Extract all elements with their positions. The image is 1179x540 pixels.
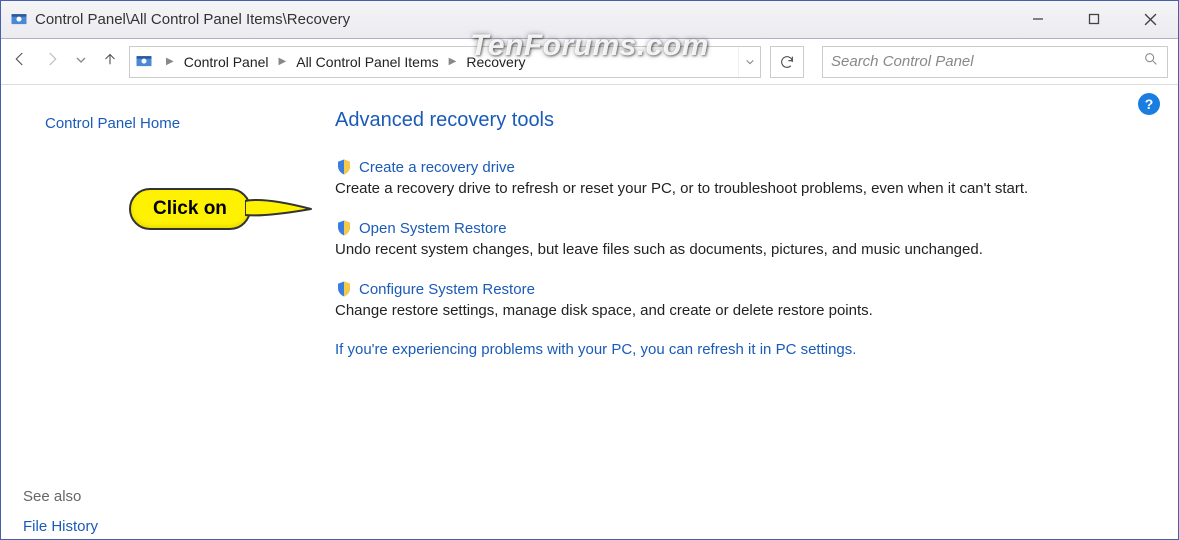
window-title: Control Panel\All Control Panel Items\Re… bbox=[35, 11, 350, 28]
control-panel-home-link[interactable]: Control Panel Home bbox=[45, 115, 301, 132]
shield-icon bbox=[335, 219, 353, 237]
tool-description: Change restore settings, manage disk spa… bbox=[335, 300, 1132, 321]
tool-item: Configure System Restore Change restore … bbox=[335, 280, 1132, 321]
callout-text: Click on bbox=[129, 188, 251, 230]
up-button[interactable] bbox=[101, 50, 119, 73]
minimize-button[interactable] bbox=[1010, 1, 1066, 37]
search-box[interactable] bbox=[822, 46, 1168, 78]
address-dropdown[interactable] bbox=[738, 47, 760, 77]
breadcrumb-item[interactable]: All Control Panel Items bbox=[296, 54, 438, 70]
recent-dropdown[interactable] bbox=[75, 53, 87, 71]
shield-icon bbox=[335, 158, 353, 176]
file-history-link[interactable]: File History bbox=[23, 518, 98, 535]
search-icon[interactable] bbox=[1143, 51, 1159, 72]
chevron-right-icon[interactable]: ▶ bbox=[443, 56, 463, 67]
callout-arrow-icon bbox=[245, 187, 315, 231]
page-heading: Advanced recovery tools bbox=[335, 109, 1132, 132]
tool-description: Create a recovery drive to refresh or re… bbox=[335, 178, 1132, 199]
search-input[interactable] bbox=[831, 53, 1143, 70]
sidebar: Control Panel Home See also File History bbox=[1, 85, 301, 539]
address-bar[interactable]: ▶ Control Panel ▶ All Control Panel Item… bbox=[129, 46, 761, 78]
back-button[interactable] bbox=[11, 50, 29, 73]
recovery-small-icon bbox=[134, 52, 154, 72]
breadcrumb-item[interactable]: Control Panel bbox=[184, 54, 269, 70]
annotation-callout: Click on bbox=[129, 187, 315, 231]
configure-system-restore-link[interactable]: Configure System Restore bbox=[359, 281, 535, 298]
close-button[interactable] bbox=[1122, 1, 1178, 37]
titlebar: Control Panel\All Control Panel Items\Re… bbox=[1, 1, 1178, 39]
refresh-button[interactable] bbox=[770, 46, 804, 78]
refresh-pc-link[interactable]: If you're experiencing problems with you… bbox=[335, 341, 1132, 358]
see-also-label: See also bbox=[23, 488, 81, 505]
maximize-button[interactable] bbox=[1066, 1, 1122, 37]
tool-item: Open System Restore Undo recent system c… bbox=[335, 219, 1132, 260]
chevron-right-icon[interactable]: ▶ bbox=[273, 56, 293, 67]
tool-item: Create a recovery drive Create a recover… bbox=[335, 158, 1132, 199]
shield-icon bbox=[335, 280, 353, 298]
create-recovery-drive-link[interactable]: Create a recovery drive bbox=[359, 159, 515, 176]
breadcrumb-item[interactable]: Recovery bbox=[466, 54, 525, 70]
navbar: ▶ Control Panel ▶ All Control Panel Item… bbox=[1, 39, 1178, 85]
forward-button[interactable] bbox=[43, 50, 61, 73]
chevron-right-icon[interactable]: ▶ bbox=[160, 56, 180, 67]
tool-description: Undo recent system changes, but leave fi… bbox=[335, 239, 1132, 260]
open-system-restore-link[interactable]: Open System Restore bbox=[359, 220, 507, 237]
main-content: Advanced recovery tools Create a recover… bbox=[301, 85, 1178, 539]
recovery-icon bbox=[9, 10, 29, 30]
